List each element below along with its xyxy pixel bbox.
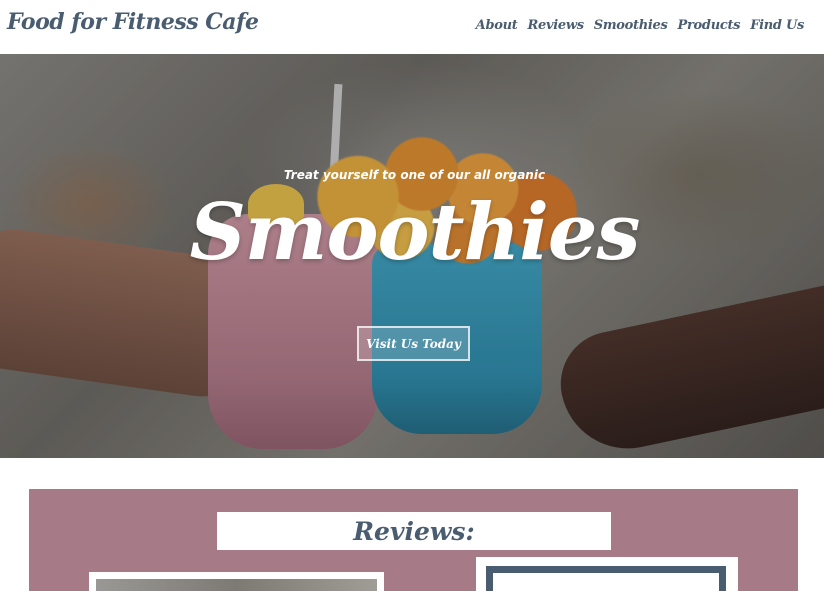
nav-link-products[interactable]: Products [678, 18, 741, 33]
reviews-section: Reviews: [29, 489, 798, 591]
brand-logo-text[interactable]: Food for Fitness Cafe [7, 9, 259, 35]
hero-banner: Treat yourself to one of our all organic… [0, 54, 824, 458]
review-card-frame [486, 566, 726, 591]
nav-link-about[interactable]: About [476, 18, 518, 33]
visit-us-button[interactable]: Visit Us Today [357, 326, 470, 361]
hero-tagline: Treat yourself to one of our all organic [283, 168, 546, 182]
reviews-title-box: Reviews: [217, 512, 611, 550]
reviews-title: Reviews: [353, 516, 475, 546]
hero-title: Smoothies [189, 187, 641, 278]
nav-link-reviews[interactable]: Reviews [527, 18, 584, 33]
nav-link-smoothies[interactable]: Smoothies [594, 18, 668, 33]
review-card [476, 557, 738, 591]
review-card [89, 572, 384, 591]
nav-link-find-us[interactable]: Find Us [750, 18, 804, 33]
main-nav: About Reviews Smoothies Products Find Us [476, 18, 805, 33]
review-card-image [96, 579, 377, 591]
site-header: Food for Fitness Cafe About Reviews Smoo… [0, 0, 824, 54]
